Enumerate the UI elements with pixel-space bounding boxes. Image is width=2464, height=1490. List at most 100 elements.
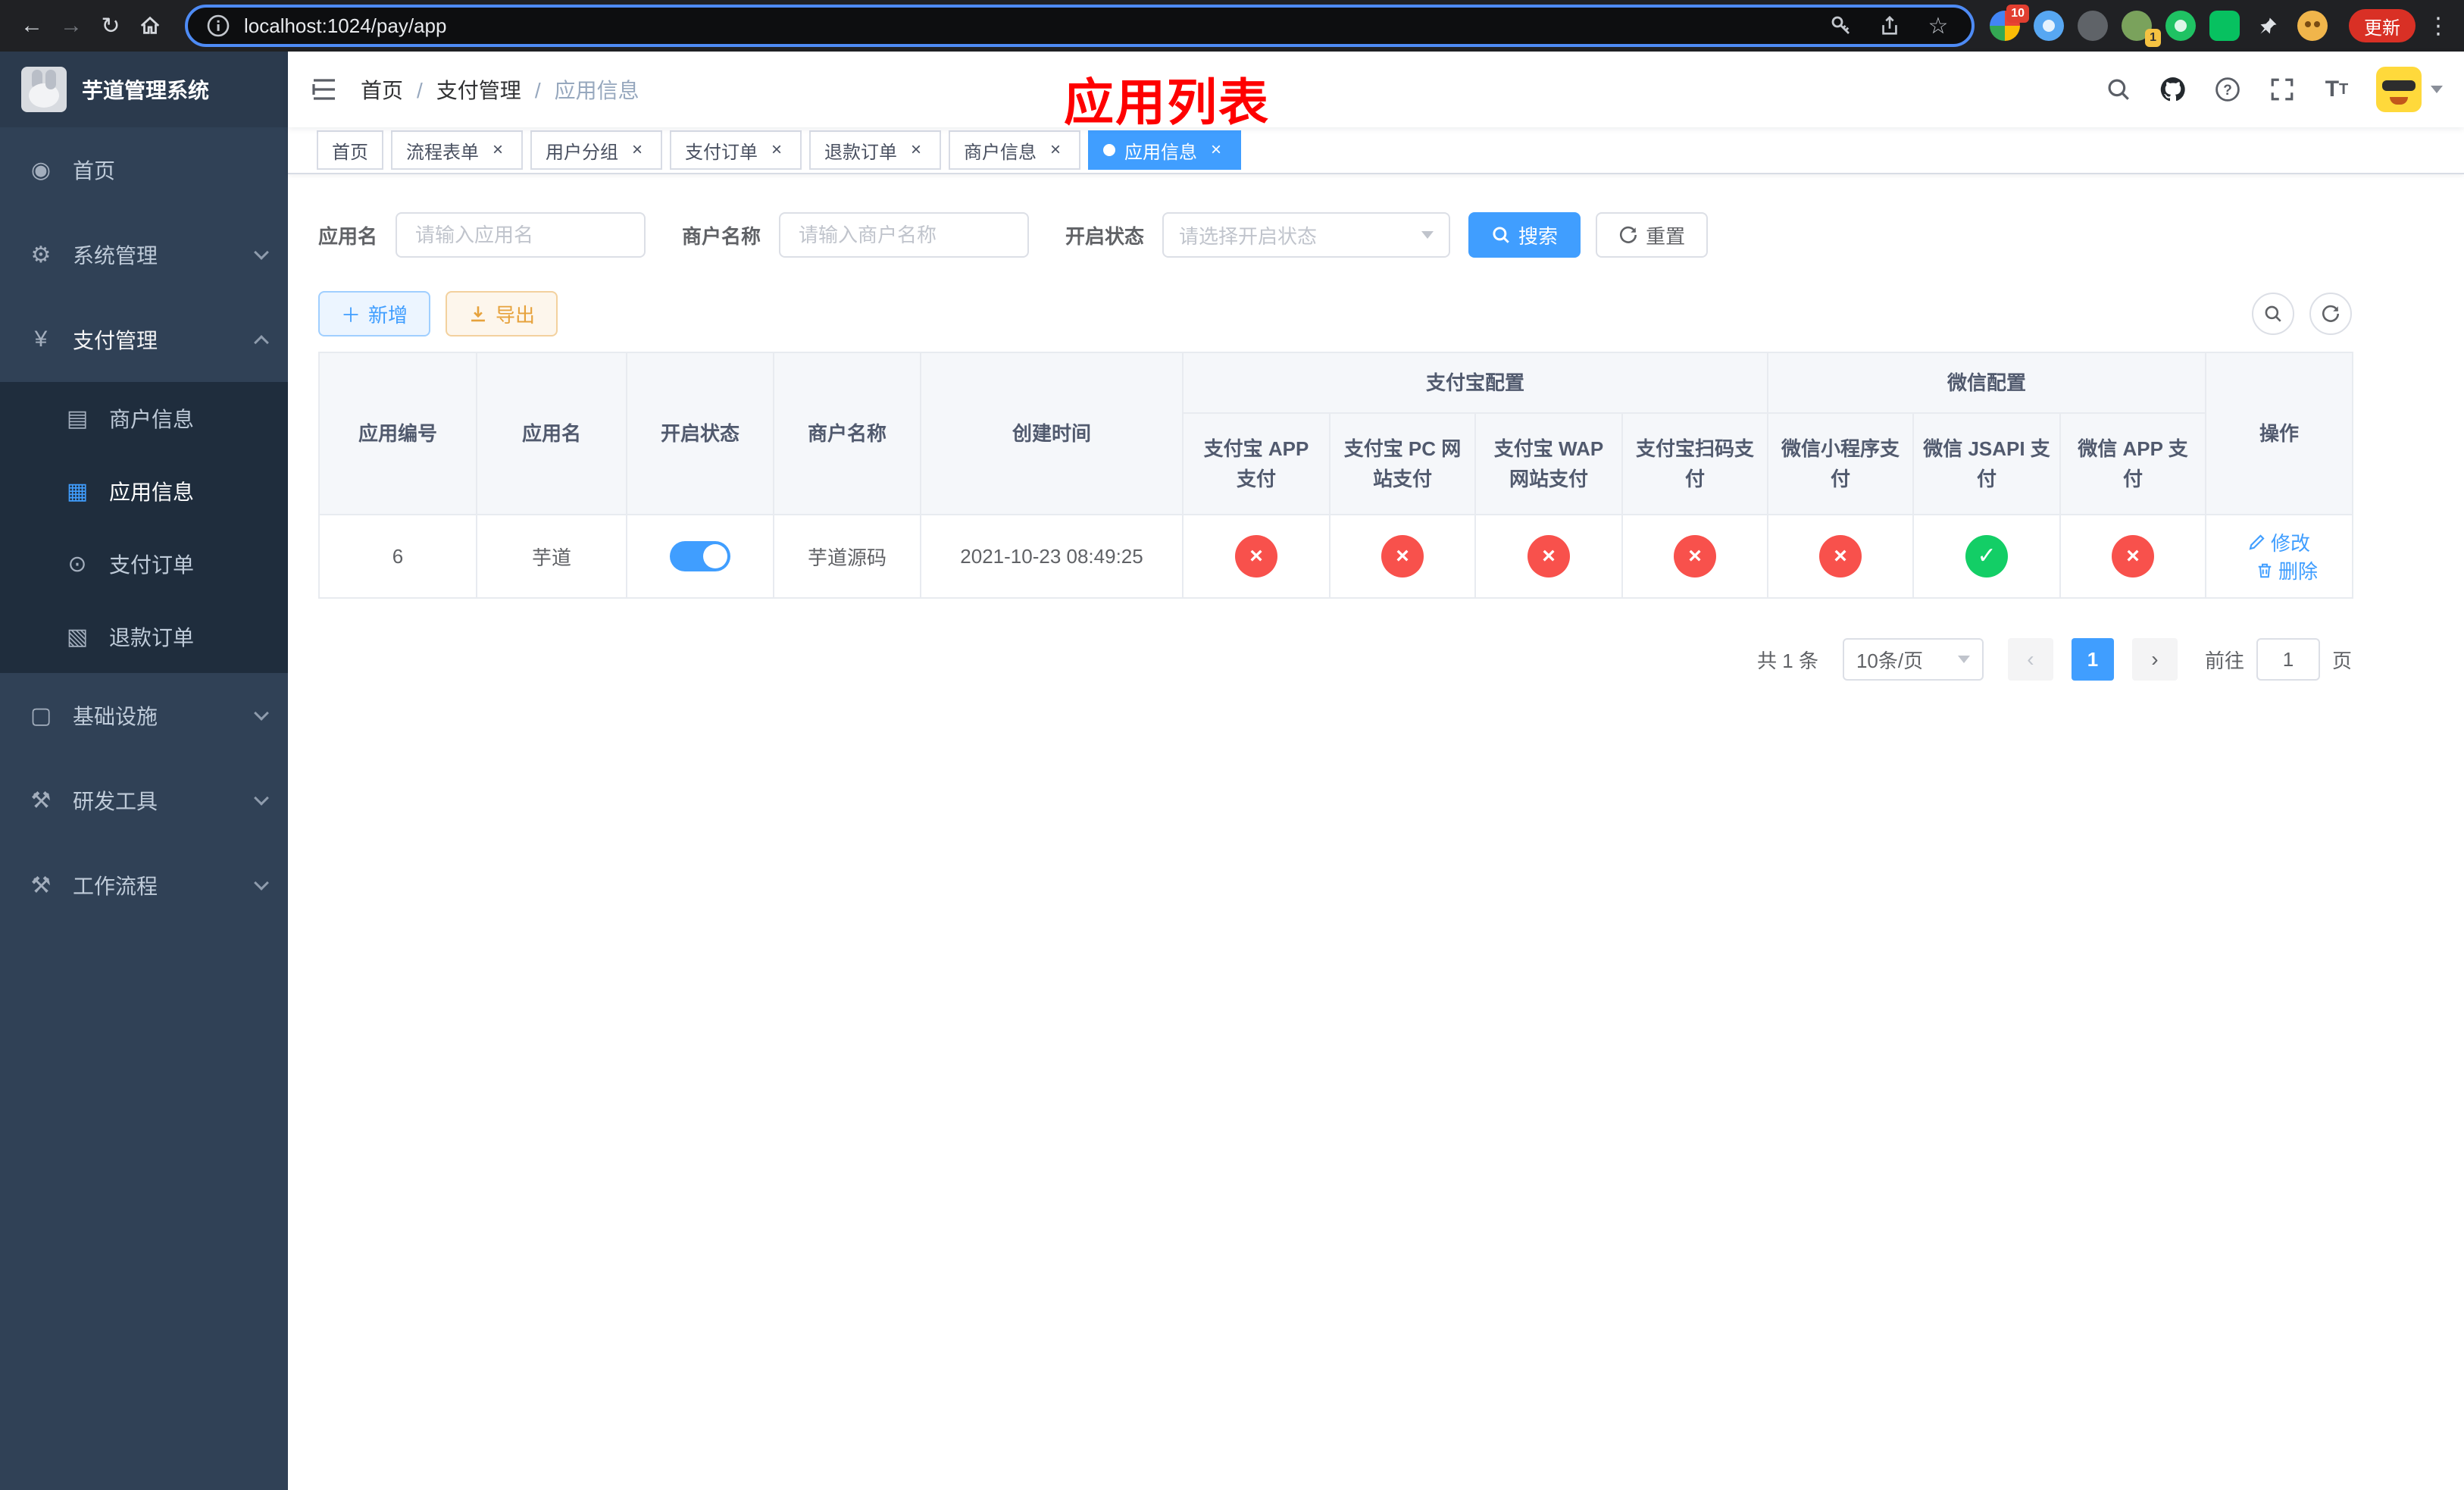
extension-badge: 1 bbox=[2145, 29, 2161, 47]
yen-icon: ¥ bbox=[34, 327, 48, 352]
col-alipay-app: 支付宝 APP 支付 bbox=[1182, 412, 1330, 515]
delete-link[interactable]: 删除 bbox=[2256, 556, 2318, 584]
col-app-id: 应用编号 bbox=[318, 352, 477, 515]
sidebar-item-app-info[interactable]: ▦ 应用信息 bbox=[0, 455, 288, 527]
status-indicator-alipay-wap: × bbox=[1527, 535, 1570, 578]
sidebar-item-system[interactable]: ⚙ 系统管理 bbox=[0, 212, 288, 297]
bookmark-star-icon[interactable]: ☆ bbox=[1923, 11, 1953, 41]
screen: ← → ↻ localhost:1024/pay/app ☆ 10 1 更新 ⋮… bbox=[0, 0, 2464, 1490]
document-icon: ▧ bbox=[66, 624, 89, 650]
extension-icon-blue-drop[interactable] bbox=[2034, 11, 2064, 41]
sidebar: 芋道管理系统 ◉ 首页 ⚙ 系统管理 ¥ 支付管理 ▤ 商户信息 ▦ 应用信息 … bbox=[0, 52, 288, 1490]
svg-text:?: ? bbox=[2223, 83, 2232, 99]
fullscreen-icon[interactable] bbox=[2267, 74, 2297, 105]
home-icon[interactable] bbox=[130, 6, 170, 45]
extension-icon-green-circle[interactable] bbox=[2165, 11, 2196, 41]
col-wx-jsapi: 微信 JSAPI 支付 bbox=[1912, 412, 2062, 515]
search-icon[interactable] bbox=[2103, 74, 2134, 105]
extension-icon-green-square[interactable] bbox=[2209, 11, 2240, 41]
coin-icon: ⊙ bbox=[67, 551, 87, 577]
next-page-button[interactable]: › bbox=[2131, 638, 2178, 681]
merchant-name-label: 商户名称 bbox=[682, 224, 761, 248]
sidebar-submenu-payment: ▤ 商户信息 ▦ 应用信息 ⊙ 支付订单 ▧ 退款订单 bbox=[0, 382, 288, 673]
reload-icon[interactable]: ↻ bbox=[91, 6, 130, 45]
add-button[interactable]: ＋ 新增 bbox=[318, 291, 431, 337]
back-icon[interactable]: ← bbox=[12, 6, 52, 45]
group-alipay-config: 支付宝配置 bbox=[1181, 352, 1769, 414]
refresh-icon[interactable] bbox=[2309, 293, 2352, 335]
col-app-name: 应用名 bbox=[476, 352, 627, 515]
sidebar-item-dev-tools[interactable]: ⚒ 研发工具 bbox=[0, 758, 288, 843]
sidebar-item-refund-orders[interactable]: ▧ 退款订单 bbox=[0, 600, 288, 673]
password-key-icon[interactable] bbox=[1826, 11, 1856, 41]
tab-merchant-info[interactable]: 商户信息 × bbox=[949, 130, 1080, 170]
site-info-icon[interactable] bbox=[206, 14, 230, 38]
col-created: 创建时间 bbox=[920, 352, 1184, 515]
extension-icon-pin[interactable] bbox=[2253, 11, 2284, 41]
browser-update-button[interactable]: 更新 bbox=[2349, 9, 2416, 42]
merchant-name-input[interactable] bbox=[779, 212, 1030, 258]
help-icon[interactable]: ? bbox=[2212, 74, 2243, 105]
goto-label: 前往 bbox=[2204, 649, 2244, 672]
close-icon[interactable]: × bbox=[1206, 140, 1226, 160]
table-row: 6 芋道 芋道源码 2021-10-23 08:49:25 × × × × × … bbox=[318, 514, 2354, 599]
goto-page-input[interactable] bbox=[2256, 638, 2320, 681]
card-icon: ▤ bbox=[66, 405, 89, 431]
user-menu[interactable] bbox=[2376, 67, 2443, 112]
extension-icon-face[interactable] bbox=[2297, 11, 2328, 41]
sidebar-item-workflow[interactable]: ⚒ 工作流程 bbox=[0, 843, 288, 928]
tag-view-bar: 首页 流程表单 × 用户分组 × 支付订单 × 退款订单 × 商户信息 × 应用信息 × bbox=[288, 127, 2464, 174]
tab-home[interactable]: 首页 bbox=[317, 130, 383, 170]
app-logo-row[interactable]: 芋道管理系统 bbox=[0, 52, 288, 127]
cell-created: 2021-10-23 08:49:25 bbox=[920, 514, 1184, 599]
page-size-select[interactable]: 10条/页 bbox=[1842, 638, 1984, 681]
sidebar-item-merchant-info[interactable]: ▤ 商户信息 bbox=[0, 382, 288, 455]
status-indicator-wx-mini: × bbox=[1819, 535, 1862, 578]
toggle-search-icon[interactable] bbox=[2252, 293, 2294, 335]
address-bar[interactable]: localhost:1024/pay/app ☆ bbox=[185, 5, 1975, 47]
browser-menu-icon[interactable]: ⋮ bbox=[2425, 13, 2452, 39]
tab-payment-orders[interactable]: 支付订单 × bbox=[670, 130, 802, 170]
search-button[interactable]: 搜索 bbox=[1468, 212, 1581, 258]
goto-page: 前往 页 bbox=[2205, 638, 2352, 681]
github-icon[interactable] bbox=[2158, 74, 2188, 105]
share-icon[interactable] bbox=[1875, 11, 1905, 41]
breadcrumb-payment[interactable]: 支付管理 bbox=[403, 74, 521, 105]
font-size-icon[interactable]: TT bbox=[2322, 74, 2352, 105]
top-navbar: 首页 支付管理 应用信息 应用列表 ? bbox=[288, 52, 2464, 130]
status-toggle[interactable] bbox=[670, 541, 730, 571]
reset-button[interactable]: 重置 bbox=[1596, 212, 1709, 258]
prev-page-button[interactable]: ‹ bbox=[2007, 638, 2053, 681]
tab-app-info[interactable]: 应用信息 × bbox=[1088, 130, 1241, 170]
sidebar-item-payment-orders[interactable]: ⊙ 支付订单 bbox=[0, 527, 288, 600]
status-select[interactable]: 请选择开启状态 bbox=[1162, 212, 1451, 258]
extension-icon-colorwheel[interactable]: 10 bbox=[1990, 5, 2029, 41]
export-button[interactable]: 导出 bbox=[446, 291, 558, 337]
forward-icon[interactable]: → bbox=[52, 6, 91, 45]
app-name-input[interactable] bbox=[396, 212, 646, 258]
sidebar-item-home[interactable]: ◉ 首页 bbox=[0, 127, 288, 212]
col-alipay-qr: 支付宝扫码支付 bbox=[1621, 412, 1769, 515]
breadcrumb-home[interactable]: 首页 bbox=[361, 74, 403, 105]
tab-refund-orders[interactable]: 退款订单 × bbox=[809, 130, 941, 170]
status-indicator-wx-app: × bbox=[2112, 535, 2155, 578]
close-icon[interactable]: × bbox=[488, 140, 508, 160]
current-page-button[interactable]: 1 bbox=[2071, 638, 2114, 681]
tab-process-form[interactable]: 流程表单 × bbox=[391, 130, 523, 170]
pagination-total: 共 1 条 bbox=[1757, 649, 1818, 672]
chevron-down-icon bbox=[254, 706, 269, 721]
breadcrumb: 首页 支付管理 应用信息 bbox=[361, 74, 639, 105]
sidebar-item-infrastructure[interactable]: ▢ 基础设施 bbox=[0, 673, 288, 758]
close-icon[interactable]: × bbox=[906, 140, 926, 160]
close-icon[interactable]: × bbox=[767, 140, 786, 160]
extension-icon-dark[interactable] bbox=[2078, 11, 2108, 41]
tab-user-group[interactable]: 用户分组 × bbox=[530, 130, 662, 170]
close-icon[interactable]: × bbox=[1046, 140, 1065, 160]
edit-link[interactable]: 修改 bbox=[2248, 528, 2310, 556]
col-status: 开启状态 bbox=[626, 352, 774, 515]
extension-icon-avatar[interactable]: 1 bbox=[2122, 11, 2161, 47]
url-text[interactable]: localhost:1024/pay/app bbox=[244, 14, 1826, 38]
close-icon[interactable]: × bbox=[627, 140, 647, 160]
sidebar-item-payment[interactable]: ¥ 支付管理 bbox=[0, 297, 288, 382]
sidebar-fold-icon[interactable] bbox=[288, 52, 361, 127]
